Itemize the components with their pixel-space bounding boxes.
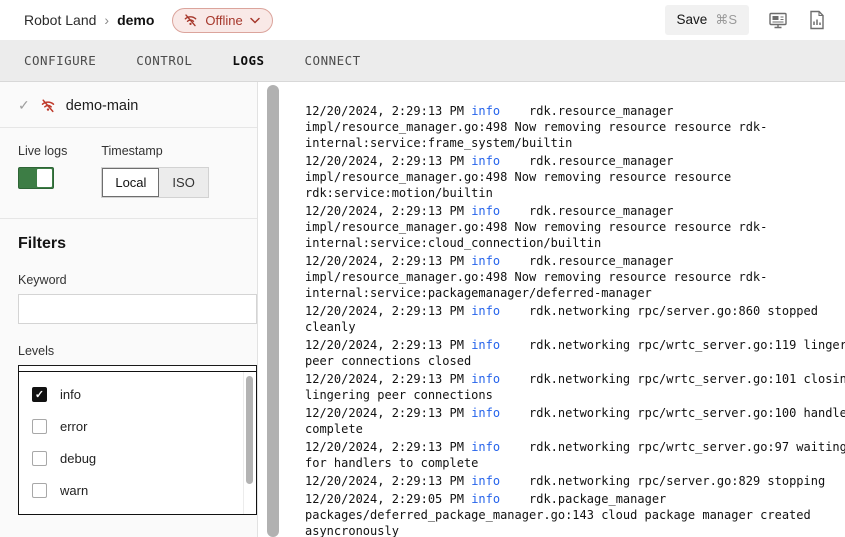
- part-name: demo-main: [66, 98, 139, 114]
- unchecked-checkbox[interactable]: [32, 515, 47, 516]
- log-message: rdk.networking rpc/server.go:829 stoppin…: [529, 474, 825, 488]
- log-level: info: [471, 154, 500, 168]
- toggle-knob: [37, 169, 52, 187]
- live-logs-control: Live logs: [18, 144, 67, 198]
- levels-dropdown: ✓ info error debug warn: [18, 371, 257, 515]
- level-option-label: info: [60, 387, 81, 402]
- tab-logs[interactable]: LOGS: [232, 53, 264, 68]
- log-entry: 12/20/2024, 2:29:05 PM info rdk.package_…: [305, 491, 845, 537]
- filters-section: Filters Keyword Levels: [0, 219, 257, 395]
- log-timestamp: 12/20/2024, 2:29:13 PM: [305, 474, 464, 488]
- log-timestamp: 12/20/2024, 2:29:13 PM: [305, 440, 464, 454]
- file-chart-icon[interactable]: [807, 9, 829, 31]
- filters-title: Filters: [18, 235, 239, 253]
- log-level: info: [471, 304, 500, 318]
- keyword-label: Keyword: [18, 273, 239, 287]
- log-panel: 12/20/2024, 2:29:13 PM info rdk.resource…: [305, 82, 845, 537]
- checked-checkbox[interactable]: ✓: [32, 387, 47, 402]
- timestamp-control: Timestamp Local ISO: [101, 144, 208, 198]
- log-level: info: [471, 338, 500, 352]
- save-shortcut: ⌘S: [715, 12, 737, 27]
- level-option-error[interactable]: error: [19, 410, 256, 442]
- live-logs-toggle[interactable]: [18, 167, 54, 189]
- save-button[interactable]: Save ⌘S: [665, 5, 749, 35]
- live-logs-label: Live logs: [18, 144, 67, 158]
- level-option-warn[interactable]: warn: [19, 474, 256, 506]
- log-entry: 12/20/2024, 2:29:13 PM info rdk.networki…: [305, 303, 845, 335]
- tab-configure[interactable]: CONFIGURE: [24, 53, 96, 68]
- unchecked-checkbox[interactable]: [32, 451, 47, 466]
- log-level: info: [471, 440, 500, 454]
- levels-label: Levels: [18, 344, 239, 358]
- log-level: info: [471, 406, 500, 420]
- log-timestamp: 12/20/2024, 2:29:05 PM: [305, 492, 464, 506]
- log-entry: 12/20/2024, 2:29:13 PM info rdk.resource…: [305, 153, 845, 201]
- wifi-slash-icon: [40, 98, 56, 114]
- keyword-input[interactable]: [18, 294, 257, 324]
- log-timestamp: 12/20/2024, 2:29:13 PM: [305, 104, 464, 118]
- timestamp-option-iso[interactable]: ISO: [159, 168, 207, 197]
- log-timestamp: 12/20/2024, 2:29:13 PM: [305, 254, 464, 268]
- tab-control[interactable]: CONTROL: [136, 53, 192, 68]
- wifi-slash-icon: [183, 13, 198, 28]
- offline-label: Offline: [205, 13, 242, 28]
- breadcrumb-separator: ›: [104, 12, 109, 28]
- log-level: info: [471, 492, 500, 506]
- save-label: Save: [677, 12, 708, 27]
- log-entry: 12/20/2024, 2:29:13 PM info rdk.networki…: [305, 337, 845, 369]
- log-timestamp: 12/20/2024, 2:29:13 PM: [305, 406, 464, 420]
- level-option-debug[interactable]: debug: [19, 442, 256, 474]
- log-entry: 12/20/2024, 2:29:13 PM info rdk.resource…: [305, 103, 845, 151]
- log-timestamp: 12/20/2024, 2:29:13 PM: [305, 304, 464, 318]
- log-entry: 12/20/2024, 2:29:13 PM info rdk.networki…: [305, 405, 845, 437]
- breadcrumb-root[interactable]: Robot Land: [24, 12, 96, 28]
- level-option-partial[interactable]: [19, 506, 256, 515]
- tab-connect[interactable]: CONNECT: [305, 53, 361, 68]
- level-option-label: warn: [60, 483, 88, 498]
- log-level: info: [471, 104, 500, 118]
- log-timestamp: 12/20/2024, 2:29:13 PM: [305, 154, 464, 168]
- log-entry: 12/20/2024, 2:29:13 PM info rdk.resource…: [305, 253, 845, 301]
- log-level: info: [471, 254, 500, 268]
- header: Robot Land › demo Offline Save ⌘S: [0, 0, 845, 40]
- timestamp-option-local[interactable]: Local: [102, 168, 159, 197]
- tabbar: CONFIGURE CONTROL LOGS CONNECT: [0, 40, 845, 82]
- chevron-down-icon: [250, 17, 260, 24]
- log-entry: 12/20/2024, 2:29:13 PM info rdk.networki…: [305, 439, 845, 471]
- app-window: Robot Land › demo Offline Save ⌘S: [0, 0, 845, 537]
- log-level: info: [471, 474, 500, 488]
- log-level: info: [471, 204, 500, 218]
- log-controls: Live logs Timestamp Local ISO: [0, 128, 257, 219]
- log-timestamp: 12/20/2024, 2:29:13 PM: [305, 372, 464, 386]
- level-option-info[interactable]: ✓ info: [19, 378, 256, 410]
- offline-status-badge[interactable]: Offline: [172, 8, 272, 33]
- timestamp-segmented: Local ISO: [101, 167, 208, 198]
- part-row-demo-main[interactable]: ✓ demo-main: [0, 82, 257, 128]
- level-option-label: error: [60, 419, 87, 434]
- log-entry: 12/20/2024, 2:29:13 PM info rdk.networki…: [305, 371, 845, 403]
- unchecked-checkbox[interactable]: [32, 483, 47, 498]
- level-option-label: debug: [60, 451, 96, 466]
- log-timestamp: 12/20/2024, 2:29:13 PM: [305, 204, 464, 218]
- dropdown-scrollbar[interactable]: [243, 372, 256, 514]
- unchecked-checkbox[interactable]: [32, 419, 47, 434]
- monitor-icon[interactable]: [767, 9, 789, 31]
- check-icon: ✓: [18, 97, 30, 114]
- log-timestamp: 12/20/2024, 2:29:13 PM: [305, 338, 464, 352]
- dropdown-scrollbar-thumb[interactable]: [246, 376, 253, 484]
- timestamp-label: Timestamp: [101, 144, 208, 158]
- breadcrumb-current[interactable]: demo: [117, 12, 154, 28]
- log-entry: 12/20/2024, 2:29:13 PM info rdk.networki…: [305, 473, 845, 489]
- log-entry: 12/20/2024, 2:29:13 PM info rdk.resource…: [305, 203, 845, 251]
- log-scrollbar-thumb[interactable]: [267, 85, 279, 537]
- log-level: info: [471, 372, 500, 386]
